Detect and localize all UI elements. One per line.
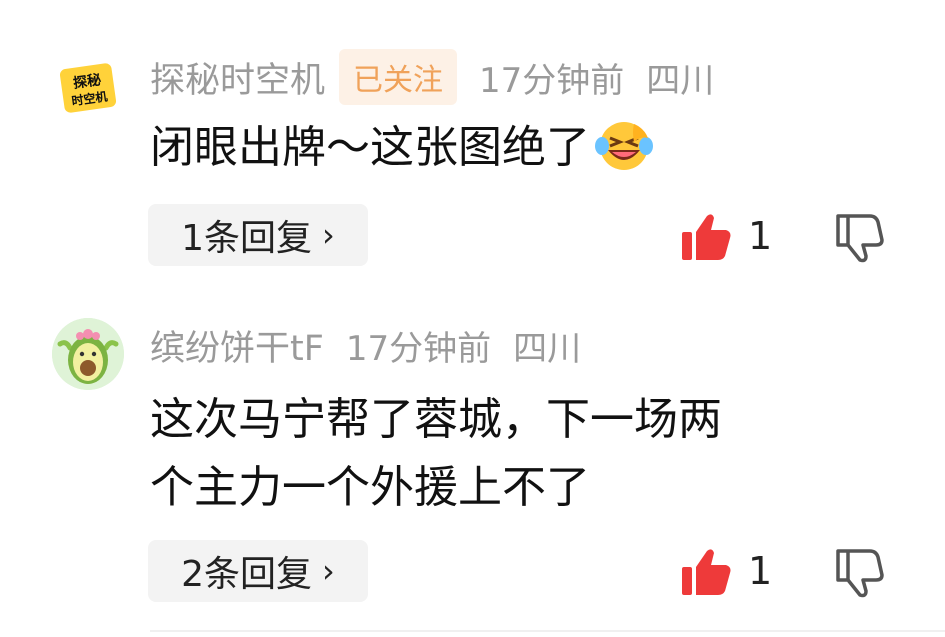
comment-text-content: 闭眼出牌～这张图绝了 [150, 122, 590, 173]
like-icon[interactable] [680, 547, 732, 597]
follow-badge[interactable]: 已关注 [339, 49, 458, 105]
chevron-right-icon: › [322, 552, 335, 590]
laughing-crying-emoji-icon [594, 116, 658, 172]
comment-text-line: 这次马宁帮了蓉城，下一场两 [150, 394, 722, 445]
like-count: 1 [748, 214, 773, 258]
like-icon[interactable] [680, 212, 732, 262]
comment-text-line: 个主力一个外援上不了 [150, 462, 590, 513]
dislike-icon[interactable] [832, 547, 886, 599]
view-replies-button[interactable]: 2条回复 › [148, 540, 368, 602]
like-count: 1 [748, 549, 773, 593]
comment-item: 缤纷饼干tF 17分钟前 四川 这次马宁帮了蓉城，下一场两 个主力一个外援上不了… [0, 290, 945, 637]
view-replies-button[interactable]: 1条回复 › [148, 204, 368, 266]
username[interactable]: 缤纷饼干tF [150, 320, 324, 371]
timestamp: 17分钟前 [479, 60, 625, 101]
comment-meta: 探秘时空机 已关注 17分钟前 四川 [150, 49, 715, 105]
avatar[interactable] [52, 318, 124, 390]
location: 四川 [513, 328, 582, 369]
reply-count-label: 1条回复 [181, 218, 313, 259]
comment-item: 探秘 时空机 探秘时空机 已关注 17分钟前 四川 闭眼出牌～这张图绝了 1条回… [0, 0, 945, 290]
avatar-logo-icon: 探秘 时空机 [52, 52, 124, 124]
reply-count-label: 2条回复 [181, 554, 313, 595]
comment-meta: 缤纷饼干tF 17分钟前 四川 [150, 318, 581, 372]
divider [150, 630, 945, 632]
location: 四川 [646, 60, 715, 101]
comment-text: 闭眼出牌～这张图绝了 [150, 116, 910, 180]
chevron-right-icon: › [322, 216, 335, 254]
avocado-avatar-icon [52, 318, 124, 390]
dislike-icon[interactable] [832, 212, 886, 264]
timestamp: 17分钟前 [345, 328, 492, 369]
avatar[interactable]: 探秘 时空机 [52, 52, 124, 124]
comment-text: 这次马宁帮了蓉城，下一场两 个主力一个外援上不了 [150, 386, 910, 522]
username[interactable]: 探秘时空机 [150, 52, 325, 103]
